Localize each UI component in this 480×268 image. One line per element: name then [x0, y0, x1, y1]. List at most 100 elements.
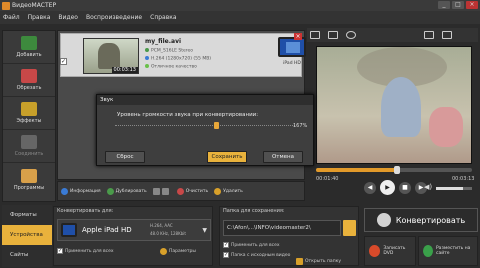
cut-icon — [21, 69, 37, 83]
screen-icon[interactable] — [442, 31, 452, 39]
chevron-down-icon: ▼ — [202, 227, 207, 234]
tab-devices[interactable]: Устройства — [2, 225, 52, 245]
clear-button[interactable]: Очистить — [176, 187, 208, 195]
view-list-icon — [161, 187, 169, 195]
maximize-button[interactable]: □ — [452, 1, 464, 9]
volume-slider[interactable] — [436, 187, 472, 190]
dvd-icon — [369, 245, 381, 257]
effects-icon — [21, 102, 37, 116]
volume-percent: 167% — [293, 123, 308, 129]
remove-file-button[interactable]: × — [294, 33, 302, 40]
sidebar-item-label: Соединить — [14, 151, 44, 157]
info-icon — [61, 187, 68, 195]
fullscreen-icon[interactable] — [310, 31, 320, 39]
reset-button[interactable]: Сброс — [105, 151, 145, 163]
upload-web-button[interactable]: Разместить на сайте — [418, 236, 478, 266]
current-time: 00:01:40 — [316, 176, 339, 182]
volume-boost-slider[interactable] — [115, 122, 295, 129]
ipad-icon — [278, 37, 306, 57]
delete-button[interactable]: Удалить — [214, 187, 243, 195]
snapshot-icon[interactable] — [424, 31, 434, 39]
save-folder-title: Папка для сохранения: — [223, 208, 285, 214]
info-button[interactable]: Информация — [61, 187, 101, 195]
cancel-button[interactable]: Отмена — [263, 151, 303, 163]
sidebar-item-label: Обрезать — [16, 85, 42, 91]
sidebar-item-effects[interactable]: Эффекты — [3, 97, 55, 130]
ipad-icon — [61, 223, 77, 237]
volume-boost-handle[interactable] — [213, 122, 219, 129]
sidebar-item-label: Программы — [13, 184, 45, 191]
convert-for-panel: Конвертировать для: Apple iPad HD H.264,… — [53, 206, 213, 266]
tab-formats[interactable]: Форматы — [2, 205, 52, 225]
convert-icon — [376, 213, 391, 227]
device-spec-codec: H.264, AAC — [150, 223, 173, 228]
timeline-handle[interactable] — [394, 166, 401, 174]
target-device[interactable]: iPad HD — [274, 35, 310, 69]
video-icon — [145, 56, 149, 60]
play-button[interactable]: ▶ — [380, 180, 395, 195]
apply-all-format[interactable]: ✓ Применить для всех — [57, 248, 114, 254]
volume-label: Уровень громкости звука при конвертирова… — [117, 112, 259, 118]
sidebar-item-label: Добавить — [16, 52, 42, 58]
apply-all-folder-checkbox[interactable]: ✓ — [223, 242, 229, 248]
menu-edit[interactable]: Правка — [28, 14, 51, 21]
menu-playback[interactable]: Воспроизведение — [86, 14, 142, 21]
delete-icon — [214, 187, 222, 195]
file-row[interactable]: ✓ 00:03:13 my_file.avi PCM_S16LE Stereo … — [60, 33, 302, 77]
browse-folder-button[interactable] — [343, 220, 356, 236]
playback-controls: ◀ ▶ ■ ▶ — [364, 180, 427, 195]
prev-frame-button[interactable]: ◀ — [364, 181, 376, 194]
apply-all-checkbox[interactable]: ✓ — [57, 248, 63, 254]
window-controls: _ □ × — [438, 1, 478, 9]
file-name: my_file.avi — [145, 38, 182, 45]
volume-icon[interactable]: ◀) — [424, 183, 432, 191]
file-duration: 00:03:13 — [111, 67, 138, 73]
device-select[interactable]: Apple iPad HD H.264, AAC 48.0 KHz, 128Kb… — [57, 219, 211, 241]
view-toggle[interactable] — [152, 187, 171, 195]
open-folder-button[interactable]: Открыть папку — [296, 258, 341, 265]
dialog-title: Звук — [97, 95, 313, 105]
file-audio-info: PCM_S16LE Stereo — [145, 48, 193, 54]
duplicate-icon — [106, 187, 114, 195]
file-quality: Отличное качество — [145, 64, 197, 70]
stop-button[interactable]: ■ — [399, 181, 411, 194]
video-preview[interactable] — [316, 46, 472, 164]
timeline-slider[interactable] — [316, 166, 472, 174]
left-toolbar: Добавить Обрезать Эффекты Соединить Прог… — [2, 30, 56, 202]
target-device-label: iPad HD — [283, 61, 301, 66]
sidebar-item-join[interactable]: Соединить — [3, 130, 55, 163]
minimize-button[interactable]: _ — [438, 1, 450, 9]
brightness-icon[interactable] — [346, 31, 356, 39]
menu-help[interactable]: Справка — [150, 14, 176, 21]
video-thumbnail[interactable]: 00:03:13 — [83, 38, 139, 74]
duplicate-button[interactable]: Дублировать — [106, 187, 147, 195]
menu-video[interactable]: Видео — [58, 14, 78, 21]
file-checkbox[interactable]: ✓ — [60, 58, 67, 65]
source-folder-checkbox[interactable]: ✓ — [223, 252, 229, 258]
sidebar-item-programs[interactable]: Программы — [3, 163, 55, 196]
sidebar-item-cut[interactable]: Обрезать — [3, 64, 55, 97]
join-icon — [21, 135, 37, 149]
sidebar-item-add[interactable]: Добавить — [3, 31, 55, 64]
bottom-tabs: Форматы Устройства Сайты — [2, 205, 52, 267]
aspect-icon[interactable] — [328, 31, 338, 39]
total-time: 00:03:13 — [452, 176, 475, 182]
file-video-info: H.264 (1280x720) (55 MB) — [145, 56, 211, 62]
sidebar-item-label: Эффекты — [16, 118, 42, 124]
menu-bar: Файл Правка Видео Воспроизведение Справк… — [0, 11, 480, 24]
file-toolbar: Информация Дублировать Очистить Удалить — [57, 181, 305, 201]
params-button[interactable]: Параметры — [160, 248, 196, 255]
tab-sites[interactable]: Сайты — [2, 245, 52, 265]
save-button[interactable]: Сохранить — [207, 151, 247, 163]
menu-file[interactable]: Файл — [3, 14, 20, 21]
save-path-input[interactable]: C:\Afon\...\INFO\videomaster2\ — [223, 220, 341, 236]
convert-for-title: Конвертировать для: — [57, 208, 114, 214]
close-button[interactable]: × — [466, 1, 478, 9]
view-icon — [152, 187, 160, 195]
convert-button[interactable]: Конвертировать — [364, 208, 478, 232]
apply-all-folder[interactable]: ✓ Применить для всех — [223, 242, 280, 248]
burn-dvd-button[interactable]: Записать DVD — [364, 236, 416, 266]
source-folder-option[interactable]: ✓ Папка с исходным видео — [223, 252, 290, 258]
volume-level — [436, 187, 463, 190]
clear-icon — [176, 187, 184, 195]
